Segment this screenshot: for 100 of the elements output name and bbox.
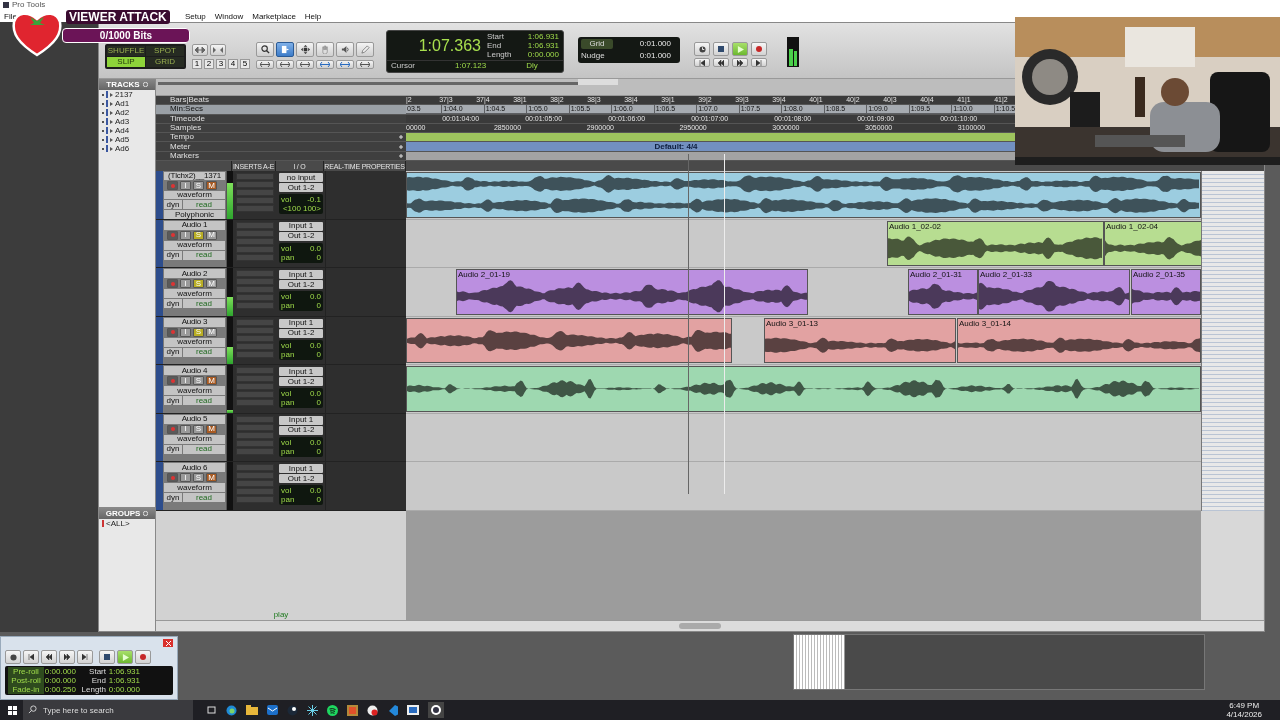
option-button[interactable]	[356, 60, 374, 69]
pan-value[interactable]: 0	[316, 495, 321, 505]
automation-dropdown[interactable]: read	[183, 250, 225, 260]
transport-button[interactable]	[41, 650, 57, 664]
ruler-name[interactable]: Tempo	[156, 133, 406, 142]
edit-mode-button[interactable]: GRID	[146, 57, 184, 67]
dyn-button[interactable]: dyn	[164, 396, 182, 406]
input-selector[interactable]: Input 1	[279, 270, 323, 280]
transport-button[interactable]	[713, 58, 729, 67]
track-list-item[interactable]: Ad5	[115, 135, 130, 144]
dyn-button[interactable]: dyn	[164, 444, 182, 454]
zoom-preset-button[interactable]: 5	[240, 59, 250, 69]
zoom-preset-button[interactable]: 2	[204, 59, 214, 69]
output-selector[interactable]: Out 1-2	[279, 474, 323, 484]
audio-clip[interactable]: Audio 3_01-13	[764, 317, 956, 364]
counter-label[interactable]: Fade-in	[8, 685, 44, 694]
stop-button[interactable]	[713, 42, 729, 56]
zoom-preset-button[interactable]: 4	[228, 59, 238, 69]
transport-button[interactable]	[23, 650, 39, 664]
task-view-icon[interactable]	[207, 705, 217, 715]
menu-item[interactable]: Marketplace	[252, 11, 296, 21]
dyn-button[interactable]: dyn	[164, 200, 182, 210]
add-icon[interactable]	[399, 153, 403, 158]
transport-button[interactable]	[732, 58, 748, 67]
input-selector[interactable]: no input	[279, 173, 323, 183]
pro-tools-icon[interactable]	[428, 702, 444, 718]
view-dropdown[interactable]: waveform	[164, 386, 225, 396]
menu-item[interactable]: File	[4, 11, 17, 21]
vol-value[interactable]: 0.0	[294, 292, 321, 302]
film-icon[interactable]	[347, 704, 358, 716]
star-burst-icon[interactable]	[307, 704, 318, 716]
elastic-dropdown[interactable]: Polyphonic	[164, 210, 225, 220]
option-button[interactable]	[276, 60, 294, 69]
online-button[interactable]	[694, 42, 710, 56]
output-selector[interactable]: Out 1-2	[279, 231, 323, 241]
vol-value[interactable]: -0.1	[291, 195, 321, 205]
mute-button[interactable]: M	[206, 376, 217, 386]
tool-button[interactable]	[276, 42, 294, 57]
main-counter[interactable]: 1:07.363	[387, 31, 487, 60]
automation-dropdown[interactable]: read	[183, 347, 225, 357]
edit-mode-button[interactable]: SPOT	[146, 46, 184, 56]
counter-value[interactable]: 1:06.931	[515, 32, 559, 41]
audio-clip[interactable]: Audio 2_01-35	[1131, 269, 1201, 315]
stop-button[interactable]	[99, 650, 115, 664]
audio-clip[interactable]: Audio 2_01-31	[908, 269, 978, 315]
dyn-button[interactable]: dyn	[164, 493, 182, 503]
output-selector[interactable]: Out 1-2	[279, 280, 323, 290]
music-app-icon[interactable]	[327, 704, 338, 716]
menu-icon[interactable]	[143, 511, 149, 516]
option-button[interactable]	[316, 60, 334, 69]
audio-clip[interactable]: Audio 3_01-14	[957, 317, 1201, 364]
audio-clip[interactable]	[406, 366, 1201, 412]
pan-value[interactable]: 0	[316, 398, 321, 408]
input-selector[interactable]: Input 1	[279, 221, 323, 231]
record-app-icon[interactable]	[367, 704, 378, 716]
add-icon[interactable]	[399, 135, 403, 140]
track-name[interactable]: Audio 4	[164, 366, 225, 376]
window-app-icon[interactable]	[407, 705, 419, 715]
input-selector[interactable]: Input 1	[279, 318, 323, 328]
output-selector[interactable]: Out 1-2	[279, 425, 323, 435]
zoom-preset-button[interactable]: 1	[192, 59, 202, 69]
counter-value[interactable]: 0:00.000	[44, 667, 78, 676]
pan-value[interactable]: 0	[316, 349, 321, 359]
menu-item[interactable]: Window	[214, 11, 244, 21]
view-dropdown[interactable]: waveform	[164, 337, 225, 347]
audio-clip[interactable]: Audio 1_02-04	[1104, 220, 1202, 267]
audio-clip[interactable]: Audio 2_01-33	[978, 269, 1130, 315]
zoom-in-button[interactable]	[210, 44, 226, 56]
dyn-button[interactable]: dyn	[164, 250, 182, 260]
view-dropdown[interactable]: waveform	[164, 434, 225, 444]
track-name[interactable]: Audio 3	[164, 317, 225, 327]
counter-value[interactable]: 0:00.250	[44, 685, 78, 694]
audio-clip[interactable]	[406, 172, 1201, 218]
track-list-item[interactable]: 2137	[115, 90, 133, 99]
pan-value[interactable]: 0	[316, 252, 321, 262]
automation-dropdown[interactable]: read	[183, 299, 225, 309]
counter-value[interactable]: 0:00.000	[44, 676, 78, 685]
input-selector[interactable]: Input 1	[279, 415, 323, 425]
pan-value[interactable]: <100	[282, 204, 301, 214]
track-list-item[interactable]: Ad3	[115, 117, 130, 126]
output-selector[interactable]: Out 1-2	[279, 328, 323, 338]
counter-value[interactable]: 1:06.931	[108, 676, 142, 685]
option-button[interactable]	[336, 60, 354, 69]
ruler-name[interactable]: Meter	[156, 142, 406, 151]
counter-value[interactable]: 0:00.000	[108, 685, 142, 694]
tool-button[interactable]	[336, 42, 354, 57]
timeline[interactable]: Audio 1_02-02 Audio 1_02-04 Audio 2_01-19 Audio 2_01-31 Audio 2_01-33 Audio 2_01-35 Audio 3_01-13 Audio 3_01-14	[406, 171, 1201, 511]
online-button[interactable]	[5, 650, 21, 664]
dyn-button[interactable]: dyn	[164, 347, 182, 357]
transport-button[interactable]	[77, 650, 93, 664]
view-dropdown[interactable]: waveform	[164, 191, 225, 200]
search-field[interactable]: Type here to search	[23, 700, 193, 720]
counter-value[interactable]: 1:06.931	[515, 41, 559, 50]
pan-value[interactable]: 0	[316, 446, 321, 456]
output-selector[interactable]: Out 1-2	[279, 183, 323, 193]
counter-value[interactable]: 0:00.000	[515, 50, 559, 59]
track-list-item[interactable]: Ad2	[115, 108, 130, 117]
menu-icon[interactable]	[142, 82, 148, 87]
track-list-item[interactable]: Ad4	[115, 126, 130, 135]
browser-icon[interactable]	[226, 704, 237, 716]
